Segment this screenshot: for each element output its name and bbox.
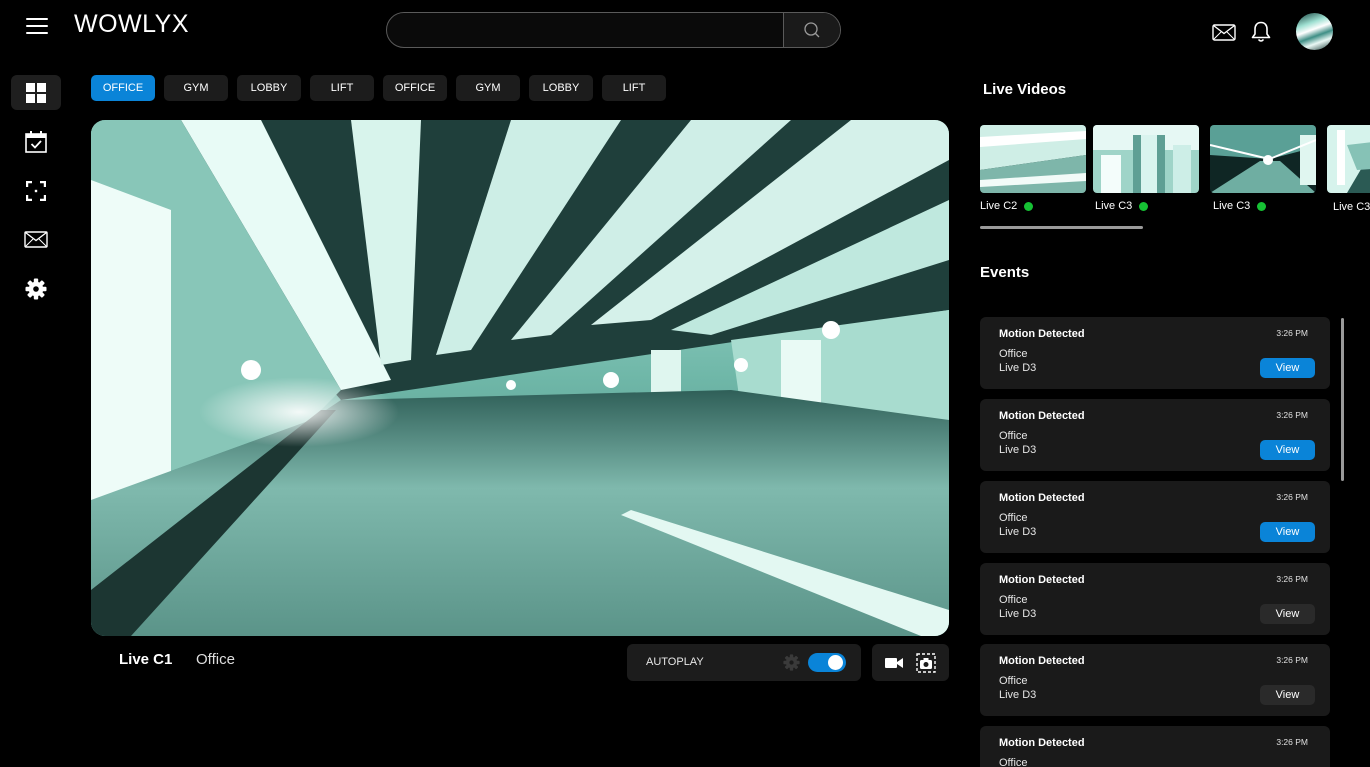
sidebar-item-focus[interactable]: [11, 173, 61, 208]
app-logo: WOWLYX: [74, 10, 190, 38]
main-video-location: Office: [196, 651, 235, 668]
event-camera: Live D3: [999, 608, 1037, 620]
live-label: Live C3: [1333, 201, 1370, 213]
vertical-scrollbar[interactable]: [1341, 318, 1344, 481]
event-location: Office: [999, 512, 1028, 524]
tab-office[interactable]: OFFICE: [91, 75, 155, 101]
event-camera: Live D3: [999, 689, 1037, 701]
menu-icon[interactable]: [26, 18, 48, 34]
live-thumbnail[interactable]: [1210, 125, 1316, 193]
event-card: Motion Detected 3:26 PM Office Live D3 V…: [980, 481, 1330, 553]
event-time: 3:26 PM: [1276, 655, 1308, 665]
mail-icon[interactable]: [1212, 24, 1236, 41]
camera-actions: [872, 644, 949, 681]
snapshot-icon[interactable]: [916, 653, 936, 673]
online-status-dot: [1139, 201, 1149, 211]
event-camera: Live D3: [999, 444, 1037, 456]
event-time: 3:26 PM: [1276, 737, 1308, 747]
autoplay-settings-icon[interactable]: [783, 654, 800, 671]
dashboard-grid-icon: [26, 82, 46, 103]
live-label: Live C2: [980, 200, 1034, 212]
view-button[interactable]: View: [1260, 604, 1315, 624]
record-video-icon[interactable]: [884, 653, 904, 673]
sidebar-item-calendar[interactable]: [11, 124, 61, 159]
tab-lobby-2[interactable]: LOBBY: [529, 75, 593, 101]
event-card: Motion Detected 3:26 PM Office Live D3 V…: [980, 317, 1330, 389]
events-title: Events: [980, 264, 1030, 281]
event-camera: Live D3: [999, 362, 1037, 374]
event-title: Motion Detected: [999, 328, 1085, 340]
search-icon: [804, 22, 820, 38]
horizontal-scrollbar[interactable]: [980, 226, 1143, 229]
event-location: Office: [999, 348, 1028, 360]
event-location: Office: [999, 757, 1028, 767]
settings-gear-icon: [25, 278, 47, 299]
sidebar-item-messages[interactable]: [11, 222, 61, 257]
bell-icon[interactable]: [1250, 20, 1272, 44]
event-title: Motion Detected: [999, 574, 1085, 586]
tab-gym[interactable]: GYM: [164, 75, 228, 101]
event-location: Office: [999, 430, 1028, 442]
tab-lift[interactable]: LIFT: [310, 75, 374, 101]
autoplay-toggle[interactable]: [808, 653, 846, 672]
live-label: Live C3: [1095, 200, 1149, 212]
event-card: Motion Detected 3:26 PM Office Live D3 V…: [980, 563, 1330, 635]
online-status-dot: [1257, 201, 1267, 211]
live-videos-title: Live Videos: [983, 81, 1067, 98]
view-button[interactable]: View: [1260, 522, 1315, 542]
tab-lift-2[interactable]: LIFT: [602, 75, 666, 101]
search-bar: [386, 12, 841, 48]
event-location: Office: [999, 594, 1028, 606]
sidebar-item-dashboard[interactable]: [11, 75, 61, 110]
main-video-feed[interactable]: [91, 120, 949, 636]
autoplay-label: AUTOPLAY: [646, 656, 704, 668]
event-card: Motion Detected 3:26 PM Office Live D3 V…: [980, 399, 1330, 471]
location-tabs: OFFICE GYM LOBBY LIFT OFFICE GYM LOBBY L…: [91, 75, 666, 101]
tab-gym-2[interactable]: GYM: [456, 75, 520, 101]
live-label-text: Live C2: [980, 200, 1018, 212]
app-root: WOWLYX OFFICE GYM LOBBY LIFT OFFICE GYM …: [0, 0, 1370, 767]
view-button[interactable]: View: [1260, 685, 1315, 705]
live-thumbnail[interactable]: [980, 125, 1086, 193]
autoplay-control: AUTOPLAY: [627, 644, 861, 681]
event-title: Motion Detected: [999, 737, 1085, 749]
event-card: Motion Detected 3:26 PM Office: [980, 726, 1330, 767]
live-label-text: Live C3: [1213, 200, 1251, 212]
tab-lobby[interactable]: LOBBY: [237, 75, 301, 101]
event-time: 3:26 PM: [1276, 492, 1308, 502]
search-input[interactable]: [403, 13, 783, 47]
event-title: Motion Detected: [999, 492, 1085, 504]
toggle-knob: [828, 655, 843, 670]
event-time: 3:26 PM: [1276, 574, 1308, 584]
tab-office-2[interactable]: OFFICE: [383, 75, 447, 101]
event-card: Motion Detected 3:26 PM Office Live D3 V…: [980, 644, 1330, 716]
mail-icon: [24, 231, 48, 248]
view-button[interactable]: View: [1260, 358, 1315, 378]
online-status-dot: [1024, 201, 1034, 211]
event-camera: Live D3: [999, 526, 1037, 538]
search-button[interactable]: [783, 13, 840, 47]
live-label-text: Live C3: [1095, 200, 1133, 212]
calendar-check-icon: [25, 130, 47, 153]
view-button[interactable]: View: [1260, 440, 1315, 460]
event-location: Office: [999, 675, 1028, 687]
focus-frame-icon: [26, 180, 46, 201]
event-time: 3:26 PM: [1276, 410, 1308, 420]
event-title: Motion Detected: [999, 655, 1085, 667]
live-label: Live C3: [1213, 200, 1267, 212]
live-label-text: Live C3: [1333, 201, 1370, 213]
user-avatar[interactable]: [1296, 13, 1333, 50]
main-video-name: Live C1: [119, 651, 173, 668]
live-thumbnail[interactable]: [1093, 125, 1199, 193]
live-thumbnail[interactable]: [1327, 125, 1370, 193]
event-title: Motion Detected: [999, 410, 1085, 422]
sidebar-item-settings[interactable]: [11, 271, 61, 306]
event-time: 3:26 PM: [1276, 328, 1308, 338]
